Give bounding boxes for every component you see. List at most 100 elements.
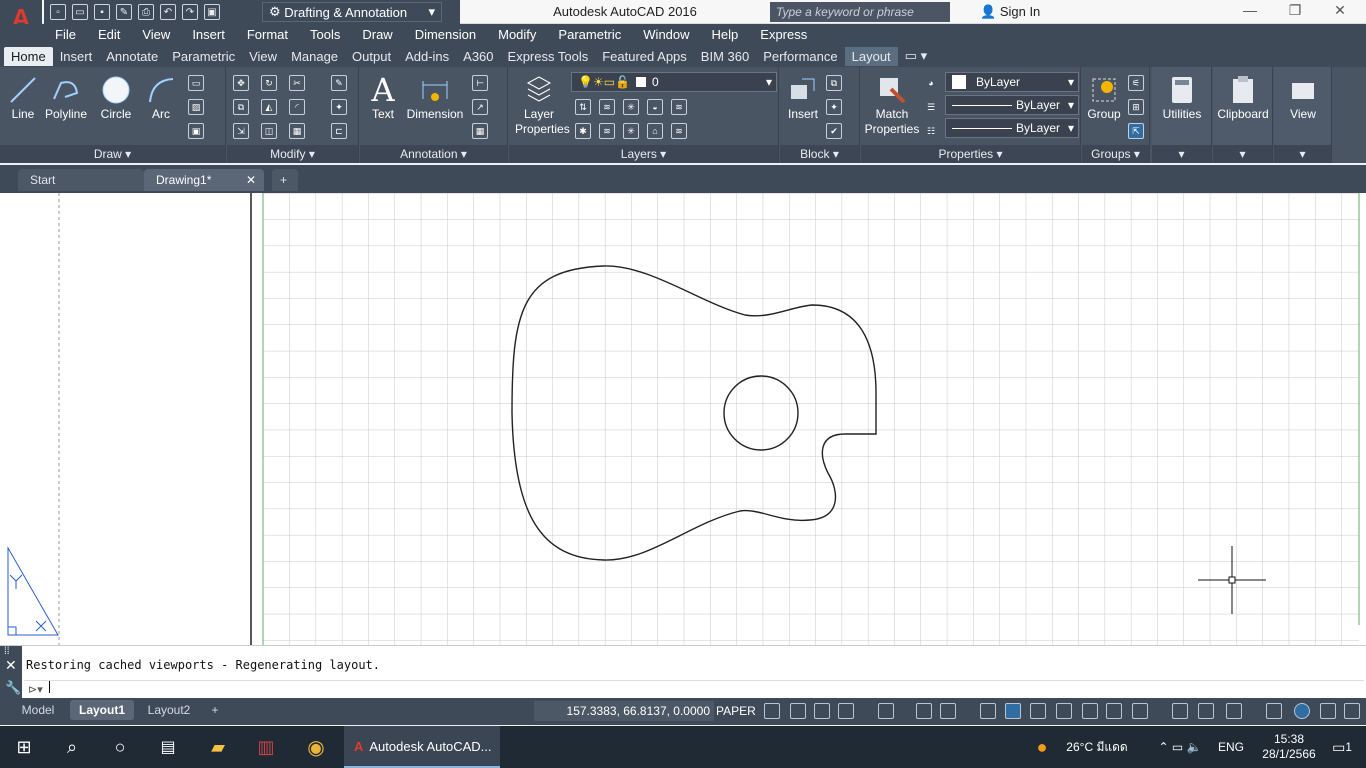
menu-help[interactable]: Help: [701, 27, 750, 42]
tab-model[interactable]: Model: [10, 700, 66, 720]
insert-block-tool[interactable]: Insert: [784, 73, 822, 121]
lineweight-icon[interactable]: ☰: [923, 99, 939, 115]
tab-a360[interactable]: A360: [456, 47, 500, 66]
close-icon[interactable]: ✕: [0, 657, 22, 674]
tab-parametric[interactable]: Parametric: [165, 47, 242, 66]
ungroup-icon[interactable]: ⚟: [1128, 75, 1144, 91]
annotation-panel-title[interactable]: Annotation ▾: [360, 145, 507, 163]
lock-ui-icon[interactable]: [1226, 703, 1242, 719]
lineweight-icon[interactable]: [980, 703, 996, 719]
layer-merge-icon[interactable]: ⌂: [647, 123, 663, 139]
clipboard-panel[interactable]: Clipboard ▾: [1213, 67, 1273, 163]
annotation-scale-icon[interactable]: [1082, 703, 1098, 719]
cortana-icon[interactable]: ○: [96, 726, 144, 768]
annotation-visibility-icon[interactable]: [1106, 703, 1122, 719]
groups-panel-title[interactable]: Groups ▾: [1082, 145, 1149, 163]
polyline-tool[interactable]: Polyline: [42, 73, 90, 121]
layer-freeze-icon[interactable]: ✱: [575, 123, 591, 139]
clean-screen-icon[interactable]: [1320, 703, 1336, 719]
minimize-icon[interactable]: —: [1240, 2, 1260, 22]
tab-annotate[interactable]: Annotate: [99, 47, 165, 66]
windows-start-icon[interactable]: ⊞: [0, 726, 48, 768]
table-icon[interactable]: ▦: [472, 123, 488, 139]
move-icon[interactable]: ✥: [233, 75, 249, 91]
menu-express[interactable]: Express: [749, 27, 818, 42]
layer-off-icon[interactable]: ≋: [671, 99, 687, 115]
menu-file[interactable]: File: [44, 27, 87, 42]
layer-lock-icon[interactable]: ≋: [599, 123, 615, 139]
close-icon[interactable]: ✕: [246, 169, 256, 191]
chrome-icon[interactable]: ◉: [292, 726, 340, 768]
notification-center-icon[interactable]: ▭ 1: [1324, 726, 1360, 768]
text-tool[interactable]: A Text: [366, 71, 400, 121]
linear-dim-icon[interactable]: ⊢: [472, 75, 488, 91]
customization-menu-icon[interactable]: [1344, 703, 1360, 719]
hatch-icon[interactable]: ▨: [188, 99, 204, 115]
menu-window[interactable]: Window: [632, 27, 700, 42]
save-icon[interactable]: ▪: [94, 4, 110, 20]
tab-view[interactable]: View: [242, 47, 284, 66]
properties-panel-title[interactable]: Properties ▾: [861, 145, 1080, 163]
tab-insert[interactable]: Insert: [53, 47, 100, 66]
clipboard-expand-icon[interactable]: ▾: [1213, 145, 1272, 163]
restore-icon[interactable]: ❐: [1285, 2, 1305, 22]
linetype-icon[interactable]: ☷: [923, 123, 939, 139]
sign-in-button[interactable]: 👤 Sign In: [980, 4, 1040, 20]
quick-view-icon[interactable]: [1056, 703, 1072, 719]
tab-featured-apps[interactable]: Featured Apps: [595, 47, 694, 66]
utilities-expand-icon[interactable]: ▾: [1152, 145, 1211, 163]
menu-view[interactable]: View: [131, 27, 181, 42]
winrar-icon[interactable]: ▥: [242, 726, 290, 768]
menu-parametric[interactable]: Parametric: [547, 27, 632, 42]
create-block-icon[interactable]: ⧉: [826, 75, 842, 91]
tab-manage[interactable]: Manage: [284, 47, 345, 66]
ortho-icon[interactable]: [814, 703, 830, 719]
transparency-icon[interactable]: [1005, 703, 1021, 719]
wrench-icon[interactable]: 🔧: [0, 680, 22, 696]
hardware-acceleration-icon[interactable]: [1294, 703, 1310, 719]
task-view-icon[interactable]: ▤: [144, 726, 192, 768]
viewport-grid[interactable]: [263, 193, 1359, 645]
tab-start[interactable]: Start: [18, 169, 144, 191]
new-tab-button[interactable]: +: [272, 169, 298, 191]
isodraft-icon[interactable]: [878, 703, 894, 719]
lineweight-dropdown[interactable]: ByLayer ▾: [945, 118, 1079, 138]
system-tray-icons[interactable]: ⌃ ▭ 🔈: [1140, 726, 1220, 768]
close-icon[interactable]: ✕: [1330, 2, 1350, 22]
circle-tool[interactable]: Circle: [94, 73, 138, 121]
drawing-area[interactable]: [0, 193, 1366, 645]
group-selection-icon[interactable]: ⇱: [1128, 123, 1144, 139]
edit-block-icon[interactable]: ✦: [826, 99, 842, 115]
menu-edit[interactable]: Edit: [87, 27, 131, 42]
clock[interactable]: 15:38 28/1/2566: [1254, 726, 1324, 768]
region-icon[interactable]: ▣: [188, 123, 204, 139]
grip-icon[interactable]: ⁞⁞: [0, 646, 22, 657]
leader-icon[interactable]: ↗: [472, 99, 488, 115]
layer-properties-tool[interactable]: Layer Properties: [515, 73, 570, 137]
layer-dropdown[interactable]: 💡☀▭🔓 0 ▾: [571, 72, 777, 92]
search-icon[interactable]: ⌕: [48, 726, 96, 768]
utilities-tool[interactable]: Utilities: [1152, 73, 1212, 121]
quick-properties-icon[interactable]: [1198, 703, 1214, 719]
layers-panel-title[interactable]: Layers ▾: [509, 145, 778, 163]
stretch-icon[interactable]: ⇲: [233, 123, 249, 139]
file-explorer-icon[interactable]: ▰: [194, 726, 242, 768]
scale-icon[interactable]: ◫: [261, 123, 277, 139]
polar-icon[interactable]: [838, 703, 854, 719]
snap-icon[interactable]: [764, 703, 780, 719]
tab-layout[interactable]: Layout: [844, 46, 898, 66]
paper-space-canvas[interactable]: [0, 193, 1366, 645]
workspace-dropdown[interactable]: ⚙ Drafting & Annotation ▾: [262, 2, 442, 22]
line-tool[interactable]: Line: [4, 73, 42, 121]
fillet-icon[interactable]: ◜: [289, 99, 305, 115]
menu-format[interactable]: Format: [236, 27, 299, 42]
command-prompt-icon[interactable]: ⊳▾: [28, 684, 43, 696]
menu-insert[interactable]: Insert: [181, 27, 236, 42]
explode-icon[interactable]: ✦: [331, 99, 347, 115]
grid-icon[interactable]: [790, 703, 806, 719]
match-properties-tool[interactable]: Match Properties: [863, 73, 921, 137]
command-input[interactable]: ⊳▾: [24, 680, 1364, 698]
tab-layout1[interactable]: Layout1: [70, 700, 134, 720]
selection-cycling-icon[interactable]: [1030, 703, 1046, 719]
object-snap-icon[interactable]: [940, 703, 956, 719]
